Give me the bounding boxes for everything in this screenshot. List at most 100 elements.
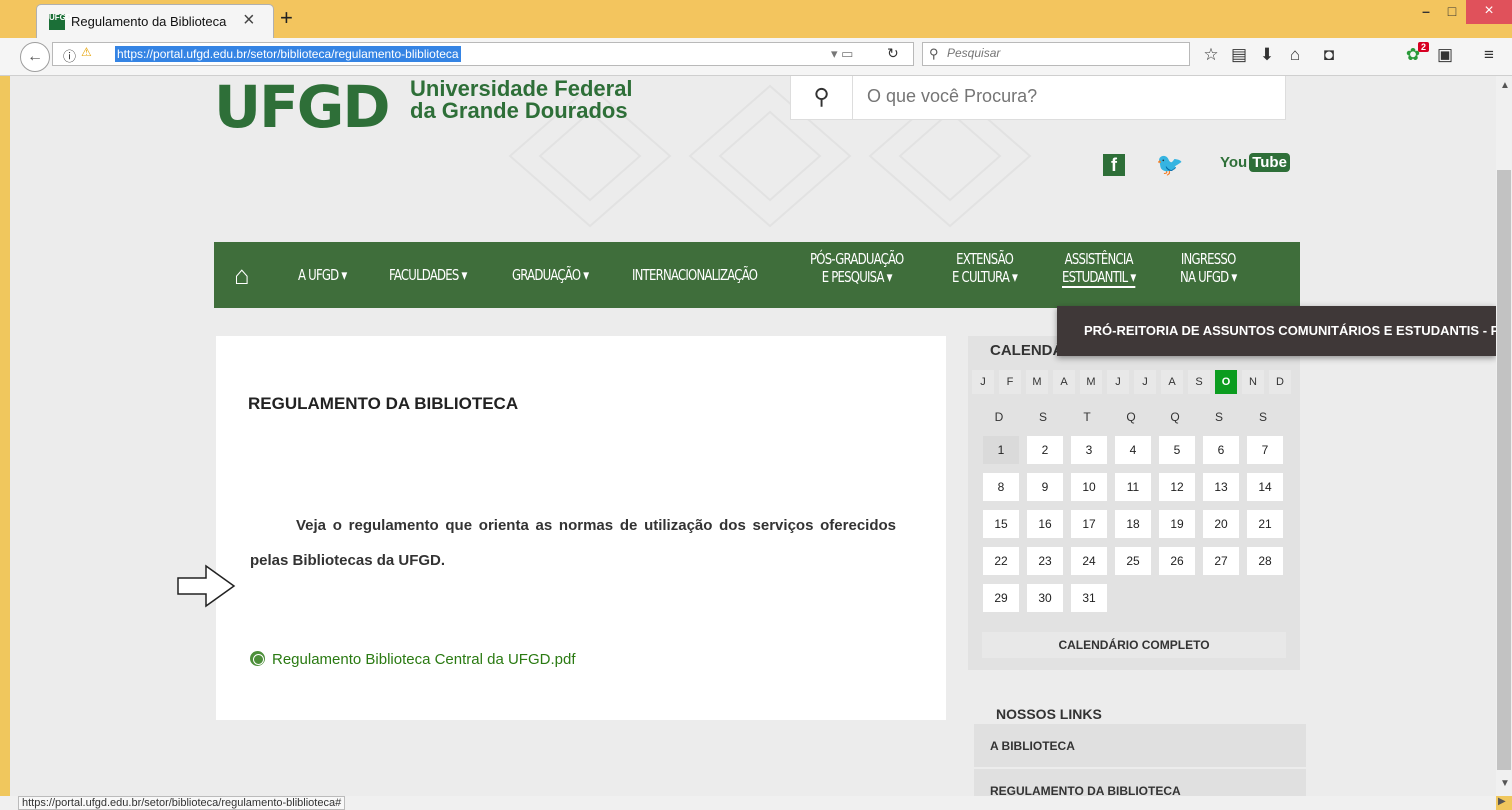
calendar-day[interactable]: 25 <box>1115 547 1151 575</box>
calendar-day[interactable]: 11 <box>1115 473 1151 501</box>
ufgd-logo[interactable]: UFGD <box>214 76 390 138</box>
calendar-day[interactable]: 9 <box>1027 473 1063 501</box>
new-tab-icon[interactable]: + <box>280 7 293 29</box>
calendar-day[interactable]: 24 <box>1071 547 1107 575</box>
browser-search-bar[interactable]: ⚲ <box>922 42 1190 66</box>
calendar-day[interactable]: 17 <box>1071 510 1107 538</box>
nav-ingresso-line1: INGRESSO <box>1180 250 1236 268</box>
scroll-down-icon[interactable]: ▼ <box>1500 778 1510 789</box>
calendar-month[interactable]: J <box>972 370 994 394</box>
document-icon <box>250 651 265 666</box>
main-content: REGULAMENTO DA BIBLIOTECA Veja o regulam… <box>216 336 946 720</box>
bookmark-star-icon[interactable]: ☆ <box>1200 45 1222 65</box>
calendar-day[interactable]: 20 <box>1203 510 1239 538</box>
url-bar[interactable]: ⓘ ⚠ https://portal.ufgd.edu.br/setor/bib… <box>52 42 914 66</box>
calendar-day[interactable]: 2 <box>1027 436 1063 464</box>
nav-graduacao[interactable]: GRADUAÇÃO ▾ <box>512 266 589 284</box>
back-button[interactable]: ← <box>20 42 50 72</box>
calendar-day[interactable]: 21 <box>1247 510 1283 538</box>
calendar-day[interactable]: 14 <box>1247 473 1283 501</box>
calendar-month[interactable]: J <box>1134 370 1156 394</box>
content-paragraph: Veja o regulamento que orienta as normas… <box>250 517 896 569</box>
calendar-day[interactable]: 7 <box>1247 436 1283 464</box>
reload-icon[interactable]: ↻ <box>887 45 899 62</box>
calendar-day[interactable]: 22 <box>983 547 1019 575</box>
nav-ingresso[interactable]: INGRESSO NA UFGD ▾ <box>1180 250 1237 286</box>
full-calendar-button[interactable]: CALENDÁRIO COMPLETO <box>982 632 1286 658</box>
calendar-day[interactable]: 8 <box>983 473 1019 501</box>
twitter-icon[interactable]: 🐦 <box>1156 152 1183 178</box>
calendar-weekday: S <box>1258 410 1267 424</box>
nav-extensao[interactable]: EXTENSÃO E CULTURA ▾ <box>952 250 1018 286</box>
submenu-prae[interactable]: PRÓ-REITORIA DE ASSUNTOS COMUNITÁRIOS E … <box>1057 306 1496 356</box>
calendar-day[interactable]: 18 <box>1115 510 1151 538</box>
close-tab-icon[interactable]: × <box>243 9 255 31</box>
calendar-month[interactable]: S <box>1188 370 1210 394</box>
url-text[interactable]: https://portal.ufgd.edu.br/setor/bibliot… <box>115 46 461 62</box>
menu-icon[interactable]: ≡ <box>1478 45 1500 65</box>
calendar-day[interactable]: 30 <box>1027 584 1063 612</box>
pocket-icon[interactable]: ◘ <box>1318 45 1340 65</box>
status-url: https://portal.ufgd.edu.br/setor/bibliot… <box>18 796 346 810</box>
calendar-day[interactable]: 27 <box>1203 547 1239 575</box>
calendar-month[interactable]: M <box>1026 370 1048 394</box>
reader-view-icon[interactable]: ▾ ▭ <box>831 46 853 62</box>
lock-bag-icon[interactable]: ▣ <box>1434 45 1456 65</box>
insecure-lock-warning-icon[interactable]: ⚠ <box>81 45 92 59</box>
calendar-weekday: Q <box>1126 410 1136 424</box>
calendar-day[interactable]: 23 <box>1027 547 1063 575</box>
scroll-up-icon[interactable]: ▲ <box>1500 80 1510 91</box>
youtube-icon[interactable]: You Tube <box>1220 153 1290 172</box>
calendar-day[interactable]: 31 <box>1071 584 1107 612</box>
calendar-day[interactable]: 6 <box>1203 436 1239 464</box>
calendar-month[interactable]: A <box>1053 370 1075 394</box>
site-search: ⚲ <box>790 76 1286 120</box>
reading-list-icon[interactable]: ▤ <box>1228 45 1250 65</box>
close-window-icon[interactable]: × <box>1466 0 1512 24</box>
home-icon[interactable]: ⌂ <box>1284 45 1306 65</box>
calendar-day[interactable]: 15 <box>983 510 1019 538</box>
pdf-link[interactable]: Regulamento Biblioteca Central da UFGD.p… <box>250 651 576 668</box>
calendar-day[interactable]: 3 <box>1071 436 1107 464</box>
calendar-weekday: T <box>1083 410 1091 424</box>
browser-tab[interactable]: UFGD Regulamento da Biblioteca × <box>36 4 274 38</box>
calendar-day[interactable]: 4 <box>1115 436 1151 464</box>
calendar-day[interactable]: 12 <box>1159 473 1195 501</box>
calendar-month[interactable]: M <box>1080 370 1102 394</box>
scroll-right-icon[interactable]: ▶ <box>1498 796 1506 807</box>
download-icon[interactable]: ⬇ <box>1256 45 1278 65</box>
nav-a-ufgd[interactable]: A UFGD ▾ <box>298 266 347 284</box>
calendar-day[interactable]: 28 <box>1247 547 1283 575</box>
info-icon[interactable]: ⓘ <box>63 46 76 65</box>
link-a-biblioteca[interactable]: A BIBLIOTECA <box>974 724 1306 768</box>
nav-internacionalizacao[interactable]: INTERNACIONALIZAÇÃO <box>632 266 758 284</box>
calendar-month[interactable]: A <box>1161 370 1183 394</box>
facebook-icon[interactable]: f <box>1103 154 1125 176</box>
calendar-day[interactable]: 10 <box>1071 473 1107 501</box>
calendar-day[interactable]: 5 <box>1159 436 1195 464</box>
nav-assistencia-estudantil[interactable]: ASSISTÊNCIA ESTUDANTIL ▾ <box>1062 250 1136 288</box>
calendar-day[interactable]: 1 <box>983 436 1019 464</box>
nav-faculdades[interactable]: FACULDADES ▾ <box>389 266 467 284</box>
calendar-month[interactable]: N <box>1242 370 1264 394</box>
calendar-day[interactable]: 13 <box>1203 473 1239 501</box>
nav-extensao-line2: E CULTURA ▾ <box>952 268 1018 286</box>
calendar-month[interactable]: J <box>1107 370 1129 394</box>
home-icon[interactable]: ⌂ <box>234 262 250 288</box>
calendar-day[interactable]: 19 <box>1159 510 1195 538</box>
vertical-scroll-thumb[interactable] <box>1497 170 1511 770</box>
site-brand[interactable]: UFGD Universidade Federal da Grande Dour… <box>214 76 633 138</box>
calendar-month[interactable]: F <box>999 370 1021 394</box>
calendar-month[interactable]: D <box>1269 370 1291 394</box>
site-search-input[interactable] <box>867 86 1267 107</box>
page-viewport: UFGD Universidade Federal da Grande Dour… <box>0 76 1496 796</box>
link-regulamento[interactable]: REGULAMENTO DA BIBLIOTECA <box>974 769 1306 796</box>
calendar-day[interactable]: 16 <box>1027 510 1063 538</box>
nav-pos-graduacao[interactable]: PÓS-GRADUAÇÃO E PESQUISA ▾ <box>810 250 904 286</box>
browser-search-input[interactable] <box>947 46 1177 60</box>
site-search-icon[interactable]: ⚲ <box>791 76 853 120</box>
calendar-day[interactable]: 26 <box>1159 547 1195 575</box>
maximize-icon[interactable]: □ <box>1436 0 1468 24</box>
calendar-month[interactable]: O <box>1215 370 1237 394</box>
calendar-day[interactable]: 29 <box>983 584 1019 612</box>
